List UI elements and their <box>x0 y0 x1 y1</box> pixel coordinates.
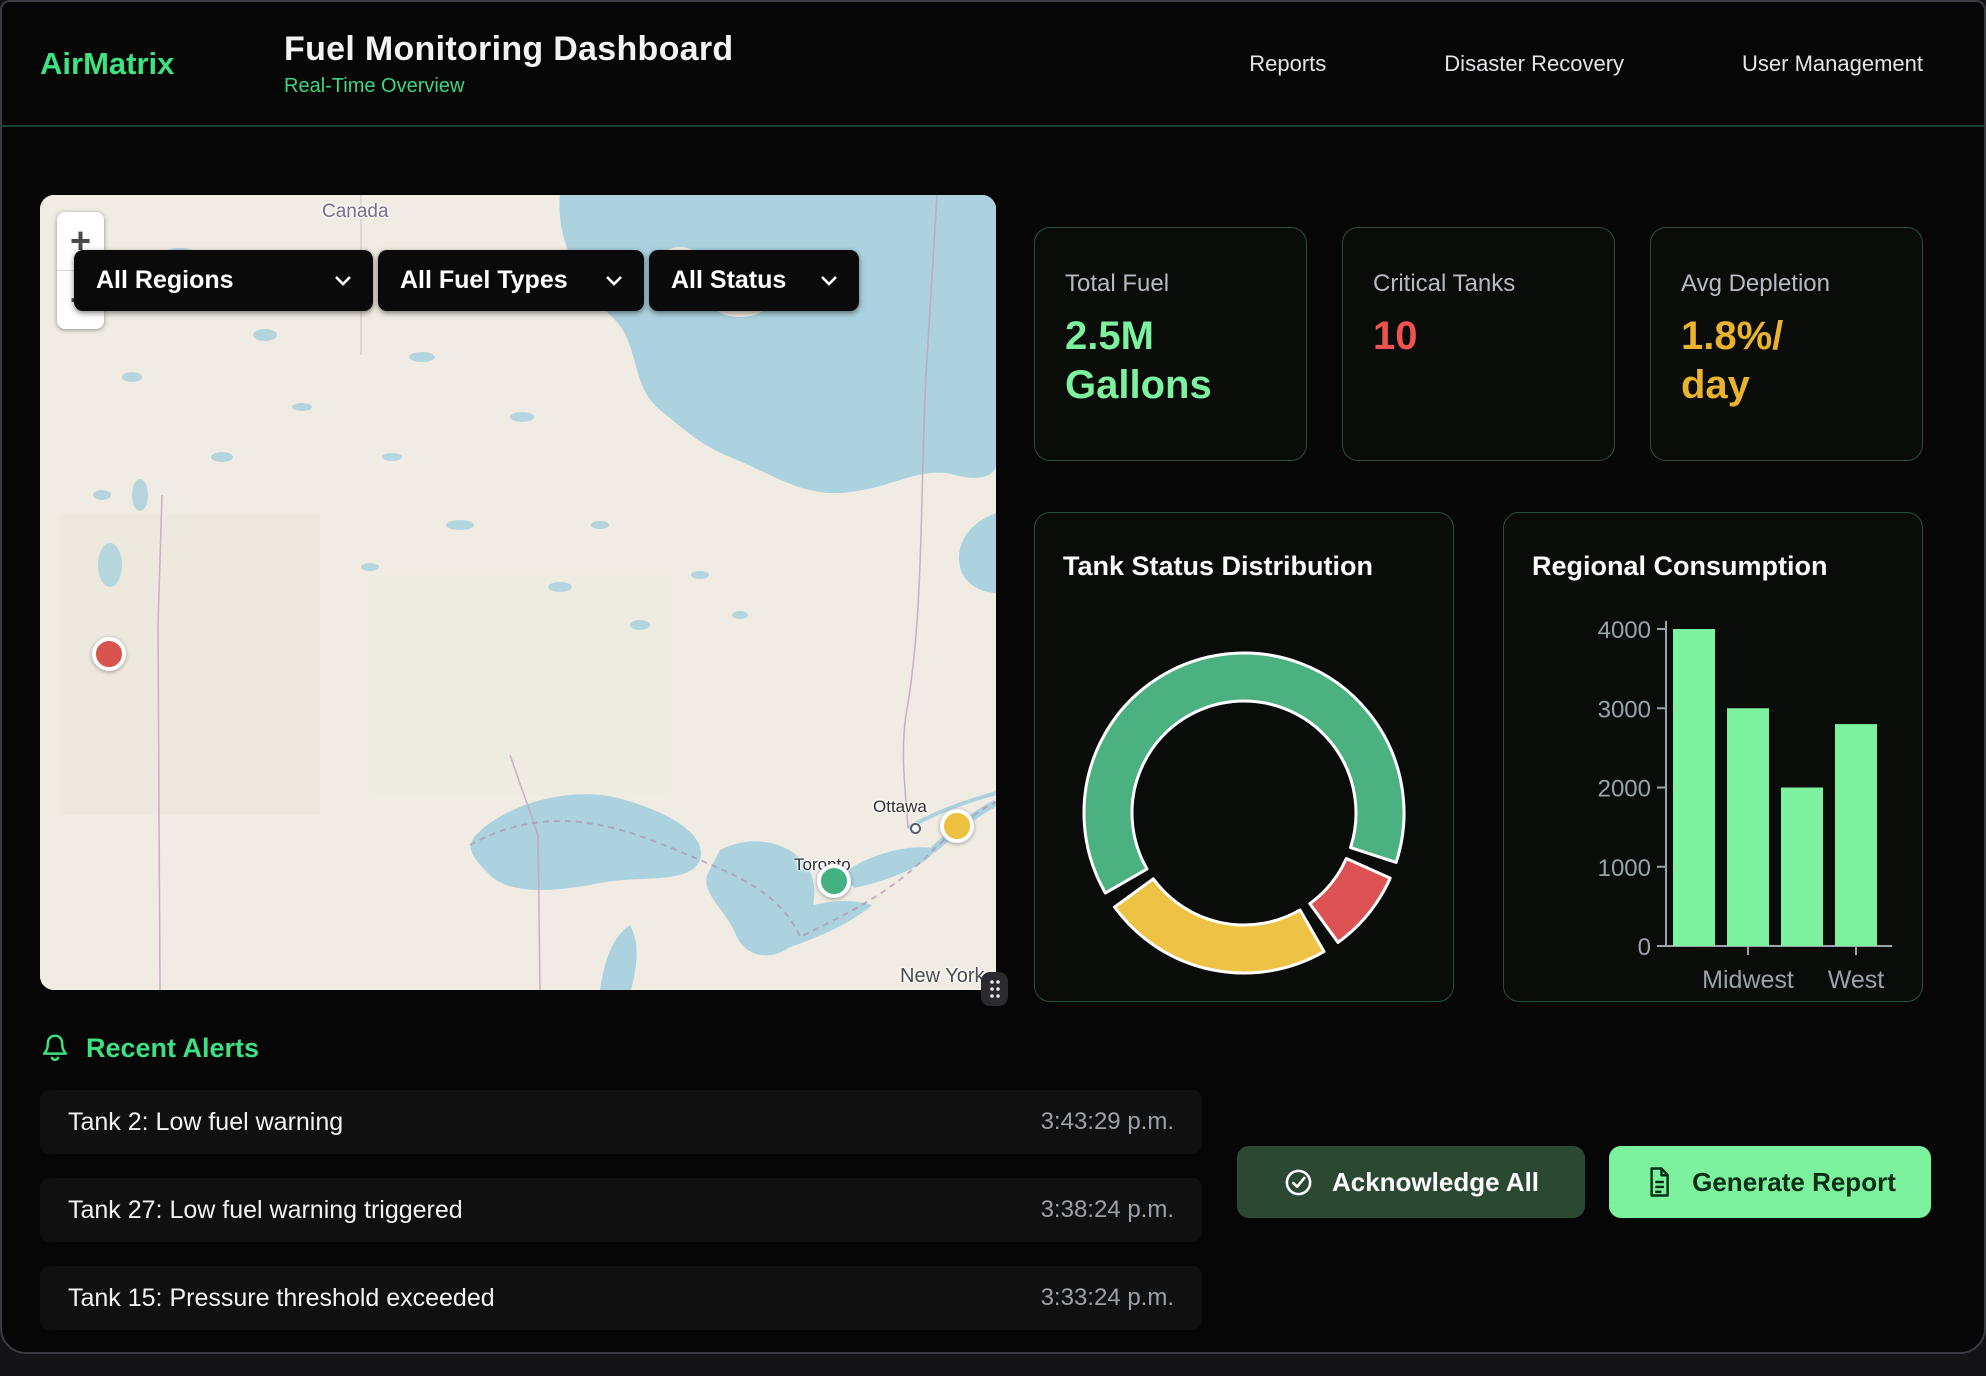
stat-label: Critical Tanks <box>1373 270 1584 298</box>
bell-icon <box>40 1032 70 1064</box>
svg-text:0: 0 <box>1638 934 1651 961</box>
acknowledge-all-label: Acknowledge All <box>1332 1167 1539 1198</box>
nav-disaster-recovery[interactable]: Disaster Recovery <box>1444 51 1624 77</box>
map-filters: All Regions All Fuel Types All Status <box>74 250 859 311</box>
nav-user-management[interactable]: User Management <box>1742 51 1923 77</box>
alert-timestamp: 3:38:24 p.m. <box>1041 1196 1174 1224</box>
stat-card-avg-depletion: Avg Depletion 1.8%/ day <box>1650 227 1923 461</box>
document-icon <box>1644 1166 1674 1198</box>
page-subtitle: Real-Time Overview <box>284 75 733 98</box>
alerts-title: Recent Alerts <box>86 1033 259 1064</box>
fuel-type-filter-dropdown[interactable]: All Fuel Types <box>378 250 644 311</box>
stat-value: 10 <box>1373 312 1584 361</box>
region-filter-value: All Regions <box>96 266 234 295</box>
map-geography <box>40 195 996 990</box>
tank-marker-critical[interactable] <box>92 637 126 671</box>
alert-list: Tank 2: Low fuel warning 3:43:29 p.m. Ta… <box>40 1090 1202 1330</box>
svg-text:3000: 3000 <box>1598 696 1651 723</box>
app-window: AirMatrix Fuel Monitoring Dashboard Real… <box>0 0 1986 1354</box>
svg-text:1000: 1000 <box>1598 855 1651 882</box>
svg-text:4000: 4000 <box>1598 617 1651 644</box>
acknowledge-all-button[interactable]: Acknowledge All <box>1237 1146 1585 1218</box>
status-filter-value: All Status <box>671 266 786 295</box>
tank-status-donut-chart <box>1035 513 1453 1002</box>
alert-row[interactable]: Tank 27: Low fuel warning triggered 3:38… <box>40 1178 1202 1242</box>
stat-card-total-fuel: Total Fuel 2.5M Gallons <box>1034 227 1307 461</box>
stats-row: Total Fuel 2.5M Gallons Critical Tanks 1… <box>1034 227 1923 461</box>
header: AirMatrix Fuel Monitoring Dashboard Real… <box>2 2 1984 127</box>
regional-consumption-bar-chart: 0 1000 2000 3000 4000 Midwest West <box>1504 513 1922 1002</box>
generate-report-button[interactable]: Generate Report <box>1609 1146 1931 1218</box>
map-label-canada: Canada <box>322 201 389 223</box>
alert-timestamp: 3:43:29 p.m. <box>1041 1108 1174 1136</box>
alert-text: Tank 15: Pressure threshold exceeded <box>68 1284 495 1313</box>
svg-text:2000: 2000 <box>1598 776 1651 803</box>
recent-alerts-section: Recent Alerts Tank 2: Low fuel warning 3… <box>2 1002 1984 1330</box>
map-resize-grip-icon[interactable] <box>981 972 1008 1006</box>
ottawa-town-icon <box>910 823 921 834</box>
tank-status-chart-card: Tank Status Distribution <box>1034 512 1454 1002</box>
alert-text: Tank 2: Low fuel warning <box>68 1108 343 1137</box>
chevron-down-icon <box>333 274 353 287</box>
alerts-header: Recent Alerts <box>40 1032 1930 1064</box>
alert-row[interactable]: Tank 2: Low fuel warning 3:43:29 p.m. <box>40 1090 1202 1154</box>
svg-text:West: West <box>1828 966 1885 994</box>
svg-text:Midwest: Midwest <box>1702 966 1794 994</box>
map-canvas[interactable]: Canada Ottawa Toronto New York + − <box>40 195 996 990</box>
title-block: Fuel Monitoring Dashboard Real-Time Over… <box>284 30 733 98</box>
alert-actions: Acknowledge All Generate Report <box>1237 1146 1931 1218</box>
page-title: Fuel Monitoring Dashboard <box>284 30 733 69</box>
generate-report-label: Generate Report <box>1692 1167 1896 1198</box>
alert-text: Tank 27: Low fuel warning triggered <box>68 1196 463 1225</box>
regional-consumption-chart-card: Regional Consumption 01000200030004000Mi… <box>1503 512 1923 1002</box>
check-circle-icon <box>1283 1167 1314 1198</box>
main-content: Canada Ottawa Toronto New York + − <box>2 127 1984 1002</box>
stat-card-critical-tanks: Critical Tanks 10 <box>1342 227 1615 461</box>
fuel-type-filter-value: All Fuel Types <box>400 266 568 295</box>
region-filter-dropdown[interactable]: All Regions <box>74 250 373 311</box>
tank-marker-warning[interactable] <box>940 809 974 843</box>
stat-value: 2.5M Gallons <box>1065 312 1276 410</box>
main-nav: Reports Disaster Recovery User Managemen… <box>1249 51 1923 77</box>
map-panel: Canada Ottawa Toronto New York + − <box>40 195 996 990</box>
stat-label: Avg Depletion <box>1681 270 1892 298</box>
chevron-down-icon <box>604 274 624 287</box>
stat-value: 1.8%/ day <box>1681 312 1892 410</box>
brand-logo: AirMatrix <box>40 46 284 82</box>
nav-reports[interactable]: Reports <box>1249 51 1326 77</box>
right-column: Total Fuel 2.5M Gallons Critical Tanks 1… <box>1034 227 1923 1002</box>
status-filter-dropdown[interactable]: All Status <box>649 250 859 311</box>
charts-row: Tank Status Distribution Regional Consum… <box>1034 512 1923 1002</box>
tank-marker-normal[interactable] <box>817 864 851 898</box>
alert-timestamp: 3:33:24 p.m. <box>1041 1284 1174 1312</box>
stat-label: Total Fuel <box>1065 270 1276 298</box>
chevron-down-icon <box>819 274 839 287</box>
alert-row[interactable]: Tank 15: Pressure threshold exceeded 3:3… <box>40 1266 1202 1330</box>
map-label-ottawa: Ottawa <box>873 797 927 817</box>
map-label-new-york: New York <box>900 965 985 988</box>
alerts-body: Tank 2: Low fuel warning 3:43:29 p.m. Ta… <box>40 1090 1930 1330</box>
